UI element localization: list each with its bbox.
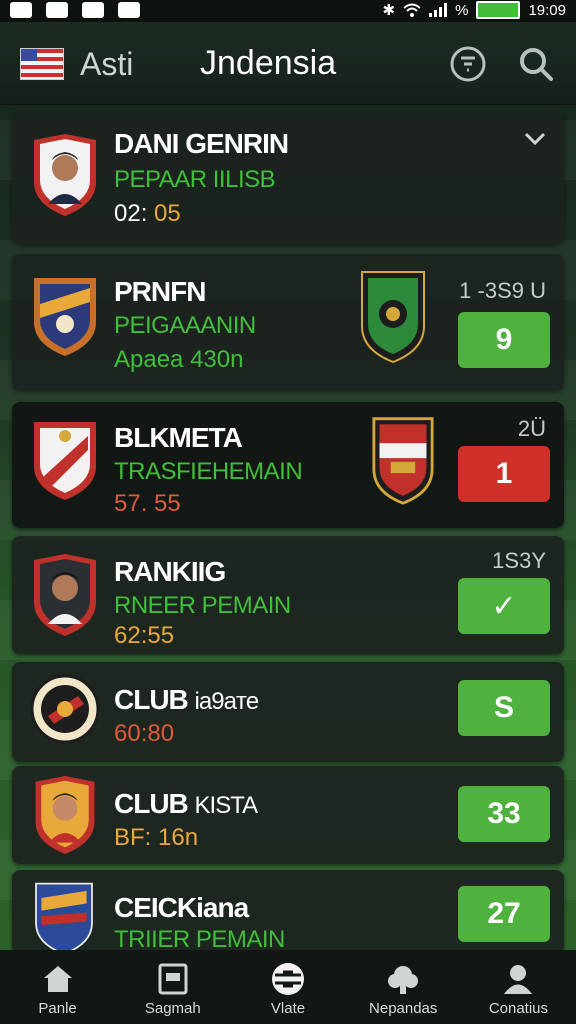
header-left-label[interactable]: Asti [80,46,133,83]
nav-item-teams[interactable]: Nepandas [346,950,461,1024]
nav-label: Sagmah [144,1000,201,1017]
calendar-icon [158,963,188,995]
match-time: 57. 55 [114,490,181,517]
player-photo-avatar [35,776,95,854]
nav-label: Conatius [488,1000,549,1017]
club-name: CLUB ia9aтe [114,684,259,715]
player-photo-avatar [34,134,96,216]
nav-item-schedule[interactable]: Sagmah [115,950,230,1024]
home-icon [43,966,72,992]
score-badge[interactable]: 33 [458,786,550,842]
list-item[interactable]: BLKMETA TRASFIEHEMAIN 57. 55 2Ü 1 [12,402,564,528]
club-crest-icon [34,422,96,500]
club-icon [388,966,419,994]
club-crest-icon [34,278,96,356]
score-badge[interactable]: 1 [458,446,550,502]
filter-button[interactable] [448,44,488,84]
match-label: 2Ü [517,416,546,441]
club-name: CLUB KISTA [114,788,258,819]
list-item[interactable]: CEICKiana TRIIER PEMAIN 27 [12,870,564,954]
match-info: Apaea 430n [114,346,244,373]
club-name: PRNFN [114,276,206,307]
player-name: RANKIIG [114,556,226,587]
list-item[interactable]: RANKIIG RNEER PEMAIN 62:55 1S3Y ✓ [12,536,564,654]
search-icon [520,48,553,81]
list-item[interactable]: CLUB ia9aтe 60:80 S [12,662,564,762]
match-time: BF: 16n [114,824,199,851]
notification-icon [10,2,32,18]
player-position: PEPAAR IILISB [114,166,276,193]
image-icon [82,2,104,18]
message-icon [118,2,140,18]
user-icon [504,965,533,994]
app-header: Asti Jndensia [0,22,576,105]
country-flag-icon[interactable] [20,48,64,80]
match-label: 1 -3S9 U [459,278,546,303]
list-item[interactable]: PRNFN PEIGAAANIN Apaea 430n 1 -3S9 U 9 [12,254,564,390]
nav-item-matches[interactable]: Vlate [230,950,345,1024]
player-photo-avatar [34,554,96,636]
club-crest-icon [35,882,93,954]
nav-label: Panle [38,1000,77,1017]
match-time: 60:80 [114,720,175,747]
ball-icon [272,963,304,995]
score-badge[interactable]: 9 [458,312,550,368]
status-bar: ✱ % 19:09 [0,0,576,22]
vibrate-icon: ✱ [382,2,396,19]
bottom-nav: Panle Sagmah Vlate Nepandas Conatius [0,950,576,1024]
club-crest-icon [30,674,100,744]
score-badge[interactable]: S [458,680,550,736]
status-time: 19:09 [528,1,566,19]
game-icon [46,2,68,18]
percent-icon: % [455,1,469,19]
nav-label: Vlate [270,1000,306,1017]
player-position: RNEER PEMAIN [114,592,291,619]
chevron-down-icon[interactable] [524,132,546,146]
filter-icon [450,46,486,82]
page-title: Jndensia [200,44,337,82]
list-item[interactable]: CLUB KISTA BF: 16n 33 [12,766,564,864]
battery-icon [476,1,521,19]
player-name: CEICKiana [114,892,249,923]
nav-item-home[interactable]: Panle [0,950,115,1024]
signal-icon [429,3,448,17]
club-name: BLKMETA [114,422,243,453]
opponent-crest-icon [361,271,425,364]
opponent-crest-icon [372,417,434,505]
wifi-icon [403,3,421,17]
match-label: 1S3Y [492,548,546,573]
club-subtitle: TRASFIEHEMAIN [114,458,303,485]
club-subtitle: PEIGAAANIN [114,312,256,339]
list-item[interactable]: DANI GENRIN PEPAAR IILISB 02: 05 [12,110,564,244]
search-button[interactable] [516,44,556,84]
nav-label: Nepandas [369,1000,438,1017]
score-badge[interactable]: 27 [458,886,550,942]
player-name: DANI GENRIN [114,128,289,159]
match-time: 62:55 [114,622,175,649]
match-time: 02: 05 [114,200,181,227]
nav-item-profile[interactable]: Conatius [461,950,576,1024]
check-button[interactable]: ✓ [458,578,550,634]
